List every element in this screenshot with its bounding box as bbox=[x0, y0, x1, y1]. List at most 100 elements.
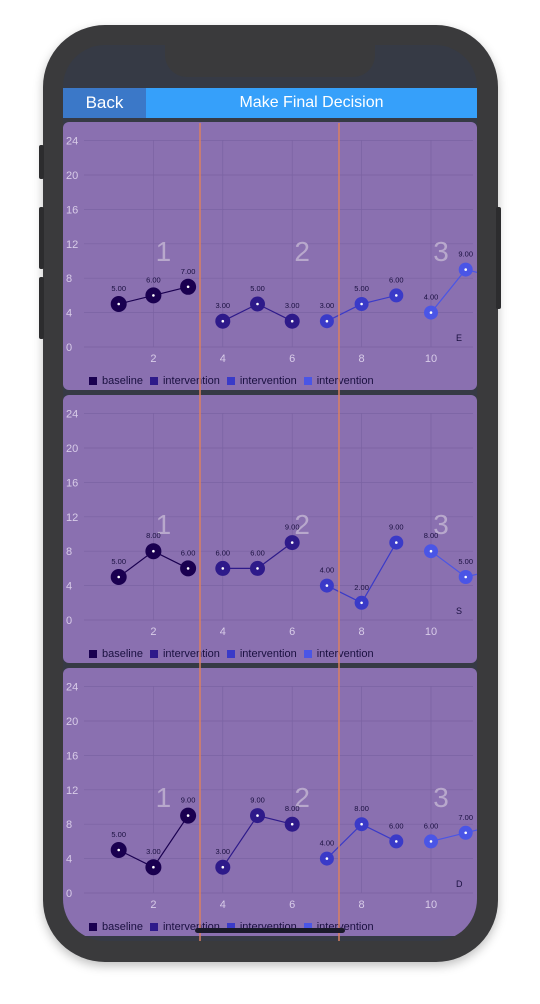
data-label: 6.00 bbox=[181, 548, 196, 557]
data-point-center bbox=[395, 294, 398, 297]
legend-label: intervention bbox=[162, 648, 220, 660]
legend-label: intervention bbox=[316, 375, 374, 387]
data-point-center bbox=[256, 567, 259, 570]
power-button bbox=[496, 207, 501, 309]
legend-intervention-1: intervention bbox=[149, 648, 220, 660]
data-label: 7.00 bbox=[181, 267, 196, 276]
chart-legend: baseline intervention intervention inter… bbox=[89, 374, 381, 388]
chart-s: 0481216202424681012123S5.008.006.006.006… bbox=[66, 409, 477, 638]
data-label: 9.00 bbox=[458, 250, 473, 259]
y-tick-label: 20 bbox=[66, 716, 78, 728]
phase-line-2[interactable] bbox=[338, 123, 340, 941]
y-tick-label: 4 bbox=[66, 308, 72, 320]
back-button[interactable]: Back bbox=[63, 88, 146, 118]
legend-baseline: baseline bbox=[89, 921, 143, 933]
data-point-center bbox=[186, 814, 190, 817]
data-point-center bbox=[464, 268, 468, 271]
data-label: 3.00 bbox=[215, 847, 230, 856]
data-point-center bbox=[464, 575, 468, 579]
chart-corner-label: E bbox=[456, 333, 462, 343]
x-tick-label: 2 bbox=[150, 899, 156, 911]
data-label: 8.00 bbox=[146, 531, 161, 540]
nav-bar: Back Make Final Decision bbox=[63, 88, 477, 118]
data-point-center bbox=[429, 840, 433, 843]
make-final-decision-button[interactable]: Make Final Decision bbox=[146, 88, 477, 118]
x-tick-label: 8 bbox=[359, 353, 365, 365]
data-point-center bbox=[429, 549, 433, 553]
data-label: 7.00 bbox=[458, 813, 473, 822]
data-label: 9.00 bbox=[389, 523, 404, 532]
phase-label: 3 bbox=[433, 782, 449, 813]
data-label: 6.00 bbox=[146, 275, 161, 284]
x-tick-label: 2 bbox=[150, 353, 156, 365]
data-label: 3.00 bbox=[215, 301, 230, 310]
y-tick-label: 24 bbox=[66, 409, 78, 421]
notch bbox=[165, 45, 375, 77]
chart-legend: baseline intervention intervention inter… bbox=[89, 647, 381, 661]
data-label: 4.00 bbox=[320, 839, 335, 848]
data-label: 5.00 bbox=[354, 284, 369, 293]
silent-switch bbox=[39, 145, 44, 179]
y-tick-label: 8 bbox=[66, 546, 72, 558]
data-label: 3.00 bbox=[285, 301, 300, 310]
x-tick-label: 6 bbox=[289, 626, 295, 638]
data-label: 8.00 bbox=[424, 531, 439, 540]
data-label: 4.00 bbox=[320, 566, 335, 575]
data-label: 5.00 bbox=[458, 557, 473, 566]
y-tick-label: 0 bbox=[66, 888, 72, 900]
data-point-center bbox=[221, 319, 225, 323]
y-tick-label: 8 bbox=[66, 819, 72, 831]
data-label: 6.00 bbox=[424, 821, 439, 830]
home-indicator bbox=[195, 928, 345, 933]
legend-intervention-1: intervention bbox=[149, 375, 220, 387]
y-tick-label: 20 bbox=[66, 443, 78, 455]
data-point-center bbox=[117, 575, 120, 579]
data-label: 8.00 bbox=[285, 804, 300, 813]
data-label: 5.00 bbox=[111, 284, 126, 293]
series-line bbox=[430, 268, 477, 313]
data-label: 6.00 bbox=[389, 275, 404, 284]
x-tick-label: 10 bbox=[425, 626, 437, 638]
data-label: 2.00 bbox=[354, 583, 369, 592]
data-label: 6.00 bbox=[250, 548, 265, 557]
x-tick-label: 10 bbox=[425, 899, 437, 911]
y-tick-label: 24 bbox=[66, 136, 78, 148]
volume-up-button bbox=[39, 207, 44, 269]
legend-label: intervention bbox=[239, 375, 297, 387]
phase-label: 1 bbox=[156, 782, 172, 813]
legend-intervention-2: intervention bbox=[226, 375, 297, 387]
data-point-center bbox=[395, 541, 398, 544]
data-point-center bbox=[395, 840, 398, 843]
chart-panel-s: 0481216202424681012123S5.008.006.006.006… bbox=[63, 395, 477, 663]
phase-line-1[interactable] bbox=[199, 123, 201, 941]
data-label: 9.00 bbox=[181, 796, 196, 805]
x-tick-label: 6 bbox=[289, 899, 295, 911]
data-point-center bbox=[117, 848, 120, 852]
data-point-center bbox=[221, 865, 225, 869]
data-point-center bbox=[256, 302, 259, 306]
phase-label: 1 bbox=[156, 236, 172, 267]
data-point-center bbox=[360, 822, 363, 826]
chart-d: 0481216202424681012123D5.003.009.003.009… bbox=[66, 682, 477, 911]
y-tick-label: 0 bbox=[66, 342, 72, 354]
data-label: 6.00 bbox=[389, 821, 404, 830]
legend-baseline: baseline bbox=[89, 375, 143, 387]
legend-label: baseline bbox=[102, 921, 143, 933]
data-point-center bbox=[429, 311, 433, 314]
x-tick-label: 4 bbox=[220, 899, 226, 911]
data-point-center bbox=[152, 865, 155, 869]
x-tick-label: 10 bbox=[425, 353, 437, 365]
legend-label: baseline bbox=[102, 648, 143, 660]
x-tick-label: 4 bbox=[220, 353, 226, 365]
data-point-center bbox=[117, 302, 120, 306]
data-label: 3.00 bbox=[146, 847, 161, 856]
data-point-center bbox=[290, 822, 294, 826]
data-point-center bbox=[290, 541, 294, 544]
data-label: 9.00 bbox=[285, 523, 300, 532]
data-point-center bbox=[360, 601, 363, 605]
x-tick-label: 6 bbox=[289, 353, 295, 365]
data-label: 9.00 bbox=[250, 796, 265, 805]
data-point-center bbox=[152, 549, 155, 553]
data-label: 4.00 bbox=[424, 293, 439, 302]
legend-intervention-2: intervention bbox=[226, 648, 297, 660]
